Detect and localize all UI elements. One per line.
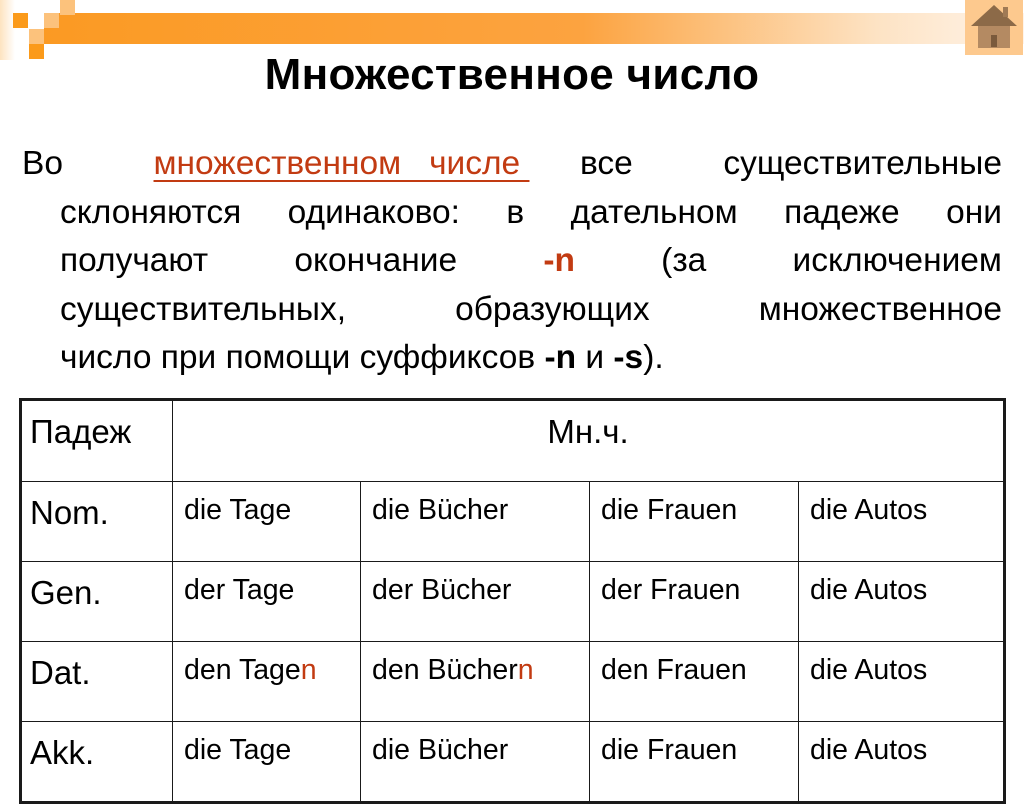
table-cell: der Bücher xyxy=(360,561,590,642)
dative-ending: -n xyxy=(543,242,575,279)
paragraph-line: получают окончание -n (за исключением xyxy=(22,237,1002,286)
table-row: Nom. die Tage die Bücher die Frauen die Auto… xyxy=(20,481,1005,562)
table-cell: den Frauen xyxy=(589,641,799,722)
word: в xyxy=(506,193,525,231)
word: склоняются xyxy=(60,193,242,231)
ending-highlight: n xyxy=(517,654,534,686)
table-cell: die Tage xyxy=(172,481,361,562)
table-cell: der Tage xyxy=(172,561,361,642)
table-header-row: Падеж Мн.ч. xyxy=(20,399,1005,482)
word: окончание xyxy=(294,242,458,279)
table-cell: die Autos xyxy=(798,481,1005,562)
word: получают xyxy=(60,242,209,279)
table-row: Akk. die Tage die Bücher die Frauen die Auto… xyxy=(20,721,1005,803)
case-label: Nom. xyxy=(20,481,173,562)
word: дательном xyxy=(570,193,738,231)
word: образующих xyxy=(455,290,650,328)
table-cell: die Frauen xyxy=(589,721,799,803)
table-cell: die Autos xyxy=(798,561,1005,642)
word: Во xyxy=(22,145,63,182)
word-form: der Bücher xyxy=(372,574,512,606)
word: все xyxy=(580,145,633,182)
word-form: die Bücher xyxy=(372,494,509,526)
declension-table: Падеж Мн.ч. Nom. die Tage die Bücher die Fr… xyxy=(19,398,1006,804)
table-cell: die Autos xyxy=(798,721,1005,803)
deco-square xyxy=(44,13,59,28)
suffix-n: -n xyxy=(544,339,577,376)
word: множественное xyxy=(758,290,1002,328)
case-label: Dat. xyxy=(20,641,173,722)
table-cell: die Bücher xyxy=(360,721,590,803)
word: одинаково: xyxy=(287,193,460,231)
word-form: die Frauen xyxy=(601,494,738,526)
home-icon xyxy=(971,5,1017,48)
deco-square xyxy=(13,13,28,28)
header-case: Падеж xyxy=(20,399,173,482)
suffix-s: -s xyxy=(613,339,644,376)
table-cell: die Bücher xyxy=(360,481,590,562)
deco-square xyxy=(29,29,44,44)
word-form: die Tage xyxy=(184,494,292,526)
paragraph-line: склоняются одинаково: в дательном падеже… xyxy=(22,189,1002,238)
word-form: die Autos xyxy=(810,734,928,766)
word-form: den Tage xyxy=(184,654,301,686)
word-form: die Autos xyxy=(810,654,928,686)
text: и xyxy=(576,339,614,376)
table-row: Dat. den Tagen den Büchern den Frauen die Au… xyxy=(20,641,1005,722)
word-form: der Tage xyxy=(184,574,295,606)
text: ). xyxy=(643,339,664,376)
table-cell: die Tage xyxy=(172,721,361,803)
word-form: die Tage xyxy=(184,734,292,766)
word-form: die Bücher xyxy=(372,734,509,766)
word-form: die Autos xyxy=(810,574,928,606)
table-cell: den Tagen xyxy=(172,641,361,722)
word: (за xyxy=(661,242,707,279)
word-form: der Frauen xyxy=(601,574,741,606)
ending-highlight: n xyxy=(300,654,317,686)
table-cell: den Büchern xyxy=(360,641,590,722)
header-plural: Мн.ч. xyxy=(172,399,1005,482)
paragraph-line: число при помощи суффиксов -n и -s). xyxy=(22,334,1002,383)
word: они xyxy=(946,193,1002,231)
case-label: Akk. xyxy=(20,721,173,803)
word-form: die Autos xyxy=(810,494,928,526)
word: падеже xyxy=(784,193,900,231)
home-button[interactable] xyxy=(965,0,1023,55)
paragraph-line: существительных, образующих множественно… xyxy=(22,286,1002,335)
word-form: die Frauen xyxy=(601,734,738,766)
text: число при помощи суффиксов xyxy=(60,339,545,376)
table-cell: die Autos xyxy=(798,641,1005,722)
word: существительных, xyxy=(60,290,347,328)
body-paragraph: Во множественном числе все существительн… xyxy=(22,140,1002,383)
table-row: Gen. der Tage der Bücher der Frauen die Auto… xyxy=(20,561,1005,642)
plural-link[interactable]: множественном числе xyxy=(154,140,530,189)
case-label: Gen. xyxy=(20,561,173,642)
slide-title: Множественное число xyxy=(264,50,760,99)
word: исключением xyxy=(792,242,1002,279)
paragraph-line: Во множественном числе все существительн… xyxy=(22,140,1002,189)
deco-square xyxy=(60,0,75,15)
table-cell: der Frauen xyxy=(589,561,799,642)
word: существительные xyxy=(723,145,1002,182)
header-bar xyxy=(44,13,1024,44)
word-form: den Bücher xyxy=(372,654,518,686)
table-cell: die Frauen xyxy=(589,481,799,562)
word-form: den Frauen xyxy=(601,654,747,686)
